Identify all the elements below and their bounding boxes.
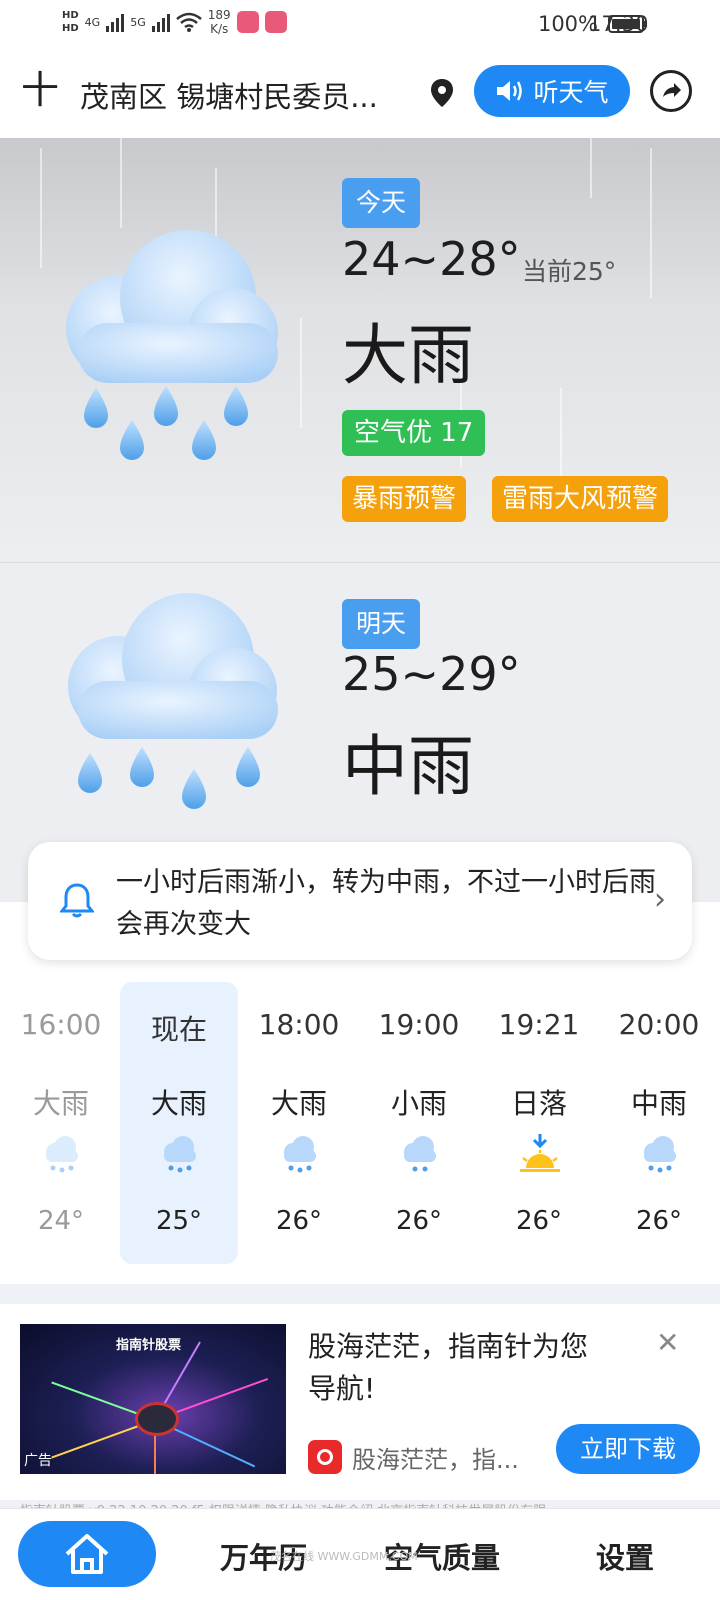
hour-item[interactable]: 20:00 中雨 26° (600, 982, 718, 1264)
air-quality-badge[interactable]: 空气优 17 (342, 410, 486, 456)
notice-text: 一小时后雨渐小，转为中雨，不过一小时后雨会再次变大 (116, 867, 656, 940)
forecast-notice-card[interactable]: 一小时后雨渐小，转为中雨，不过一小时后雨会再次变大 › (28, 842, 692, 960)
hour-temp: 26° (275, 1206, 323, 1236)
signal-icon (106, 12, 125, 32)
ad-brand: 股海茫茫，指... (352, 1446, 519, 1474)
app-logo-icon (308, 1440, 342, 1474)
rain-streak (590, 138, 592, 198)
ad-footer-text: 指南针股票 v9.22.10.20.20.f5 权限详情 隐私协议 功能介绍 北… (20, 1500, 700, 1508)
ad-label: 广告 (24, 1453, 52, 1469)
nav-home-button[interactable] (18, 1521, 156, 1587)
speaker-icon (497, 81, 523, 101)
hour-weather: 大雨 (150, 1087, 207, 1120)
hour-time: 18:00 (258, 1008, 340, 1041)
rain-cloud-icon (164, 1136, 196, 1173)
home-icon (65, 1534, 109, 1574)
wifi-icon (175, 12, 202, 32)
rain-streak (650, 148, 652, 298)
hour-temp: 26° (515, 1206, 563, 1236)
tomorrow-temp-range: 25~29° (342, 647, 521, 701)
hour-time: 19:21 (498, 1008, 580, 1041)
tomorrow-weather: 中雨 (342, 728, 474, 805)
rain-streak (300, 318, 302, 428)
location-pin-icon (431, 79, 453, 107)
download-button[interactable]: 立即下载 (556, 1424, 700, 1474)
ad-banner[interactable]: 指南针股票 广告 股海茫茫，指南针为您导航! ✕ 股海茫茫，指... 立即下载 (0, 1304, 720, 1500)
today-weather: 大雨 (342, 317, 474, 394)
hour-item[interactable]: 19:00 小雨 26° (360, 982, 478, 1264)
location-title[interactable]: 茂南区 锡塘村民委员... (80, 74, 420, 116)
nav-settings[interactable]: 设置 (596, 1535, 654, 1577)
hour-item-now[interactable]: 现在 大雨 25° (120, 982, 238, 1264)
hour-weather: 大雨 (270, 1087, 327, 1120)
status-left: HD HD 4G 5G 189 K/s (62, 8, 287, 36)
hour-time: 现在 (150, 1013, 207, 1046)
app-notification-icon (236, 11, 259, 33)
top-header: 十 茂南区 锡塘村民委员... 听天气 (0, 48, 720, 138)
clock: 17:30 (588, 12, 649, 36)
hd-indicator: HD HD (62, 9, 79, 35)
signal-icon (151, 12, 170, 32)
rain-streak (40, 148, 42, 268)
rain-streak (120, 138, 122, 228)
current-temp: 当前25° (522, 257, 617, 286)
hour-weather: 日落 (510, 1087, 567, 1120)
moderate-rain-icon (68, 593, 278, 809)
hd-label: HD (62, 23, 79, 34)
thunderstorm-wind-warning-badge[interactable]: 雷雨大风预警 (492, 476, 669, 522)
rain-cloud-icon (284, 1136, 316, 1173)
watermark: 茂名在线 WWW.GDMM.COM (270, 1550, 418, 1563)
hour-time: 16:00 (20, 1008, 102, 1041)
compass-icon (135, 1402, 179, 1436)
today-panel[interactable]: 今天 24~28° 当前25° 大雨 空气优 17 暴雨预警 雷雨大风预警 (0, 138, 720, 562)
today-tag: 今天 (342, 178, 421, 228)
rain-cloud-icon (404, 1136, 436, 1172)
today-temp-range: 24~28° (342, 232, 521, 286)
bell-icon (60, 883, 94, 918)
share-button[interactable] (650, 70, 692, 112)
listen-weather-button[interactable]: 听天气 (474, 65, 630, 117)
heavy-rain-icon (66, 230, 278, 460)
hour-time: 19:00 (378, 1008, 460, 1041)
hour-temp: 26° (395, 1206, 443, 1236)
status-bar: HD HD 4G 5G 189 K/s 100% 17:30 (0, 0, 720, 48)
rainstorm-warning-badge[interactable]: 暴雨预警 (342, 476, 467, 522)
hour-weather: 大雨 (32, 1087, 89, 1120)
network-type: 4G (84, 15, 101, 29)
share-icon (663, 83, 681, 97)
listen-label: 听天气 (533, 78, 609, 107)
chevron-right-icon: › (654, 882, 666, 917)
close-icon[interactable]: ✕ (656, 1326, 679, 1359)
hour-temp: 24° (37, 1206, 85, 1236)
hour-item[interactable]: 16:00 大雨 24° (2, 982, 120, 1264)
network-type: 5G (130, 15, 146, 29)
ad-title[interactable]: 股海茫茫，指南针为您导航! (308, 1326, 608, 1410)
app-notification-icon (264, 11, 287, 33)
tomorrow-tag: 明天 (342, 599, 421, 649)
hour-temp: 25° (155, 1206, 203, 1236)
hour-item[interactable]: 19:21 日落 26° (480, 982, 598, 1264)
rain-cloud-icon (644, 1136, 676, 1173)
add-city-button[interactable]: 十 (20, 66, 60, 114)
hour-temp: 26° (635, 1206, 683, 1236)
hd-label: HD (62, 10, 79, 21)
ad-image[interactable]: 指南针股票 广告 (20, 1324, 286, 1474)
sunset-icon (520, 1134, 560, 1172)
rain-cloud-icon (46, 1136, 78, 1173)
hour-item[interactable]: 18:00 大雨 26° (240, 982, 358, 1264)
hour-weather: 小雨 (390, 1087, 447, 1120)
ad-image-title: 指南针股票 (116, 1338, 182, 1353)
net-speed: 189 K/s (207, 8, 231, 36)
hour-time: 20:00 (618, 1008, 700, 1041)
hour-weather: 中雨 (630, 1087, 687, 1120)
